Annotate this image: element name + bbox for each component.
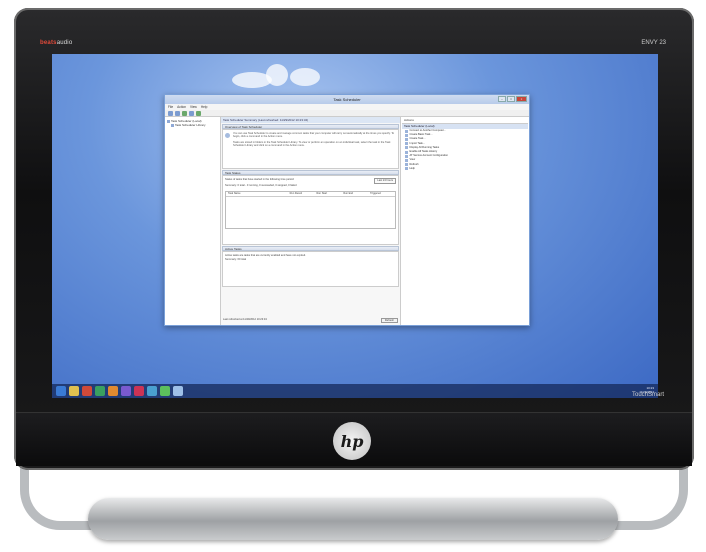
menu-view[interactable]: View [190,105,197,109]
app-icon-7[interactable] [160,386,170,396]
actions-pane: Actions Task Scheduler (Local) Connect t… [401,117,529,325]
active-tasks-summary: Summary: 60 total [225,258,247,261]
properties-icon[interactable] [196,110,201,116]
tree-item-task-scheduler-library[interactable]: Task Scheduler Library [167,123,218,127]
stage: beatsaudio ENVY 23 hp Task Scheduler – □… [0,0,706,552]
summary-header: Task Scheduler Summary (Last refreshed: … [221,117,400,123]
minimize-button[interactable]: – [498,96,506,102]
toolbar [165,110,529,117]
import-icon [405,142,408,146]
forward-arrow-icon[interactable] [175,110,180,116]
taskbar: 10:23 11/29/2012 [52,384,658,398]
app-icon-5[interactable] [134,386,144,396]
task-scheduler-taskbar-icon[interactable] [173,386,183,396]
status-period-select[interactable]: Last 24 hours [374,178,396,184]
overview-section: You can use Task Scheduler to create and… [222,129,399,169]
overview-text: You can use Task Scheduler to create and… [233,132,395,139]
task-scheduler-window: Task Scheduler – □ × File Action View He… [164,94,530,326]
close-button[interactable]: × [516,96,527,102]
menu-action[interactable]: Action [177,105,186,109]
clock-icon [167,119,170,123]
task-icon [405,138,408,141]
column-task-name[interactable]: Task Name [226,192,288,196]
touchsmart-label: TouchSmart [631,392,664,398]
column-run-result[interactable]: Run Result [288,192,315,196]
active-tasks-section: Active tasks are tasks that are currentl… [222,251,399,287]
status-summary: Summary: 0 total - 0 running, 0 succeede… [225,183,297,187]
app-icon-2[interactable] [95,386,105,396]
monitor-stand-base [88,498,618,540]
help-icon [405,167,408,171]
folder-icon [171,123,174,127]
refresh-icon [405,163,408,167]
action-help[interactable]: Help [402,167,528,171]
explorer-icon[interactable] [69,386,79,396]
wizard-icon [405,133,408,137]
computer-icon [405,129,408,133]
column-triggered[interactable]: Triggered [368,192,395,196]
task-status-table: Task Name Run Result Run Start Run End T… [225,191,396,230]
ie-icon[interactable] [56,386,66,396]
task-scheduler-icon [225,133,230,138]
menu-file[interactable]: File [168,105,173,109]
desktop-screen: Task Scheduler – □ × File Action View He… [52,54,658,398]
model-label: ENVY 23 [641,40,666,46]
table-header-row: Task Name Run Result Run Start Run End T… [226,192,395,198]
console-tree-icon[interactable] [182,110,187,116]
service-icon [405,154,408,158]
status-period-label: Status of tasks that have started in the… [225,178,295,181]
task-status-section: Status of tasks that have started in the… [222,175,399,245]
app-icon-6[interactable] [147,386,157,396]
view-icon [405,159,408,163]
app-icon-4[interactable] [121,386,131,396]
window-titlebar[interactable]: Task Scheduler – □ × [165,95,529,104]
list-icon [405,146,408,150]
history-icon [405,150,408,154]
beats-audio-logo: beatsaudio [40,40,73,46]
column-run-end[interactable]: Run End [341,192,368,196]
console-tree: Task Scheduler (Local) Task Scheduler Li… [165,117,221,325]
last-refreshed-label: Last refreshed at 11/29/2012 10:23:34 [223,318,267,321]
back-arrow-icon[interactable] [168,110,173,116]
window-title: Task Scheduler [333,97,361,102]
maximize-button[interactable]: □ [507,96,515,102]
summary-pane: Task Scheduler Summary (Last refreshed: … [221,117,401,325]
app-icon-3[interactable] [108,386,118,396]
overview-text-2: Tasks are stored in folders in the Task … [233,140,391,148]
hp-logo: hp [333,422,371,460]
refresh-button[interactable]: Refresh [380,318,398,323]
help-icon[interactable] [189,110,194,116]
menu-help[interactable]: Help [201,105,208,109]
app-icon-1[interactable] [82,386,92,396]
column-run-start[interactable]: Run Start [314,192,341,196]
